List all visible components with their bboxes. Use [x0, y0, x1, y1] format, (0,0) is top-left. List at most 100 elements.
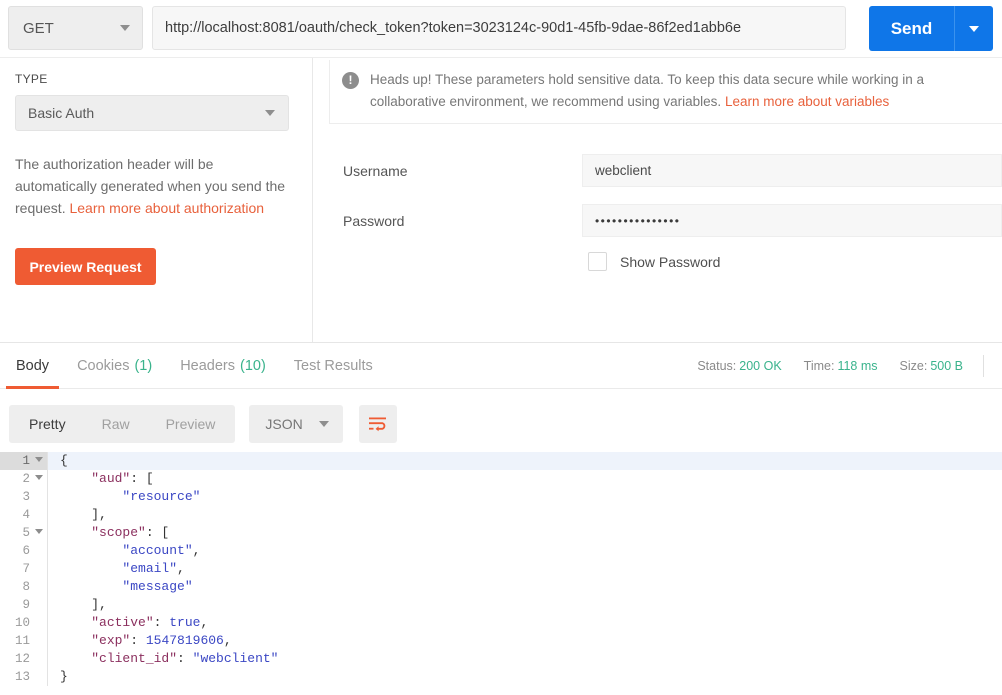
- code-text: "email",: [48, 560, 1002, 578]
- line-number: 2: [0, 470, 47, 488]
- line-number: 11: [0, 632, 47, 650]
- chevron-down-icon: [265, 110, 275, 116]
- chevron-down-icon: [969, 25, 979, 32]
- view-mode-preview[interactable]: Preview: [148, 407, 234, 441]
- fold-placeholder: [35, 493, 43, 498]
- code-text: "account",: [48, 542, 1002, 560]
- request-url-input[interactable]: http://localhost:8081/oauth/check_token?…: [152, 6, 846, 50]
- password-row: Password •••••••••••••••: [313, 204, 1002, 237]
- sensitive-data-warning: ! Heads up! These parameters hold sensit…: [329, 60, 1002, 124]
- code-line: 4 ],: [0, 506, 1002, 524]
- token-str: "email": [122, 561, 178, 576]
- tab-test-results-label: Test Results: [293, 358, 373, 374]
- code-text: "client_id": "webclient": [48, 650, 1002, 668]
- send-options-dropdown[interactable]: [954, 6, 993, 51]
- token-key: "scope": [91, 525, 146, 540]
- token-punc: : [: [130, 471, 154, 486]
- show-password-checkbox[interactable]: [588, 252, 607, 271]
- view-mode-raw[interactable]: Raw: [84, 407, 148, 441]
- code-text: }: [48, 668, 1002, 686]
- tab-headers-label: Headers: [180, 358, 235, 374]
- authorization-panel: TYPE Basic Auth The authorization header…: [0, 57, 1002, 343]
- token-punc: ,: [200, 615, 209, 630]
- token-punc: {: [60, 453, 68, 468]
- code-line: 11 "exp": 1547819606,: [0, 632, 1002, 650]
- time-label: Time:: [803, 359, 835, 373]
- code-line: 5 "scope": [: [0, 524, 1002, 542]
- fold-placeholder: [35, 655, 43, 660]
- size-badge: Size: 500 B: [900, 359, 963, 373]
- line-number: 6: [0, 542, 47, 560]
- code-line: 1{: [0, 452, 1002, 470]
- fold-placeholder: [35, 583, 43, 588]
- auth-type-dropdown[interactable]: Basic Auth: [15, 95, 289, 131]
- token-str: "message": [122, 579, 193, 594]
- view-mode-switch: Pretty Raw Preview: [9, 405, 236, 443]
- token-num: 1547819606: [145, 633, 224, 648]
- code-line: 13}: [0, 668, 1002, 686]
- code-text: "scope": [: [48, 524, 1002, 542]
- response-body-editor[interactable]: 1{2 "aud": [3 "resource" 4 ], 5 "scope": […: [0, 452, 1002, 695]
- fold-triangle-icon[interactable]: [35, 457, 43, 462]
- response-format-value: JSON: [265, 416, 303, 432]
- response-body-toolbar: Pretty Raw Preview JSON: [0, 398, 1002, 450]
- line-number: 1: [0, 452, 47, 470]
- line-number: 4: [0, 506, 47, 524]
- line-number: 5: [0, 524, 47, 542]
- code-text: "resource": [48, 488, 1002, 506]
- tab-cookies[interactable]: Cookies (1): [63, 343, 166, 389]
- tab-body[interactable]: Body: [2, 343, 63, 389]
- exclamation-circle-icon: !: [342, 72, 359, 89]
- token-str: "webclient": [192, 651, 279, 666]
- fold-placeholder: [35, 601, 43, 606]
- request-url-bar: GET http://localhost:8081/oauth/check_to…: [0, 0, 1002, 57]
- code-line: 12 "client_id": "webclient": [0, 650, 1002, 668]
- status-value: 200 OK: [739, 359, 782, 373]
- tab-cookies-label: Cookies: [77, 358, 130, 374]
- fold-placeholder: [35, 619, 43, 624]
- word-wrap-toggle[interactable]: [358, 405, 397, 443]
- auth-type-sidebar: TYPE Basic Auth The authorization header…: [0, 58, 313, 343]
- username-row: Username webclient: [313, 154, 1002, 187]
- line-number: 12: [0, 650, 47, 668]
- line-number: 3: [0, 488, 47, 506]
- time-value: 118 ms: [837, 359, 878, 373]
- auth-type-heading: TYPE: [15, 72, 48, 86]
- show-password-label[interactable]: Show Password: [620, 254, 720, 270]
- response-tab-bar: Body Cookies (1) Headers (10) Test Resul…: [0, 342, 1002, 389]
- send-button[interactable]: Send: [869, 6, 954, 51]
- postman-window: GET http://localhost:8081/oauth/check_to…: [0, 0, 1002, 695]
- code-line: 9 ],: [0, 596, 1002, 614]
- warning-message: Heads up! These parameters hold sensitiv…: [370, 69, 998, 113]
- response-format-dropdown[interactable]: JSON: [249, 405, 343, 443]
- learn-more-authorization-link[interactable]: Learn more about authorization: [69, 200, 264, 216]
- auth-description: The authorization header will be automat…: [15, 153, 287, 219]
- tab-test-results[interactable]: Test Results: [280, 343, 387, 389]
- fold-placeholder: [35, 565, 43, 570]
- code-text: {: [48, 452, 1002, 470]
- code-text: ],: [48, 506, 1002, 524]
- code-text: "aud": [: [48, 470, 1002, 488]
- token-bool: true: [169, 615, 201, 630]
- fold-triangle-icon[interactable]: [35, 529, 43, 534]
- chevron-down-icon: [318, 421, 329, 427]
- show-password-row: Show Password: [313, 252, 1002, 271]
- password-input[interactable]: •••••••••••••••: [581, 204, 1002, 237]
- line-number: 7: [0, 560, 47, 578]
- tab-headers-count: (10): [240, 358, 266, 374]
- code-line: 10 "active": true,: [0, 614, 1002, 632]
- http-method-dropdown[interactable]: GET: [8, 6, 143, 50]
- code-line: 3 "resource": [0, 488, 1002, 506]
- tab-headers[interactable]: Headers (10): [166, 343, 280, 389]
- meta-divider: [983, 355, 984, 377]
- token-key: "exp": [91, 633, 131, 648]
- fold-placeholder: [35, 673, 43, 678]
- username-label: Username: [343, 162, 408, 179]
- username-input[interactable]: webclient: [581, 154, 1002, 187]
- token-key: "aud": [91, 471, 131, 486]
- fold-triangle-icon[interactable]: [35, 475, 43, 480]
- view-mode-pretty[interactable]: Pretty: [11, 407, 84, 441]
- token-punc: }: [60, 669, 68, 684]
- preview-request-button[interactable]: Preview Request: [15, 248, 156, 285]
- learn-more-variables-link[interactable]: Learn more about variables: [725, 94, 889, 109]
